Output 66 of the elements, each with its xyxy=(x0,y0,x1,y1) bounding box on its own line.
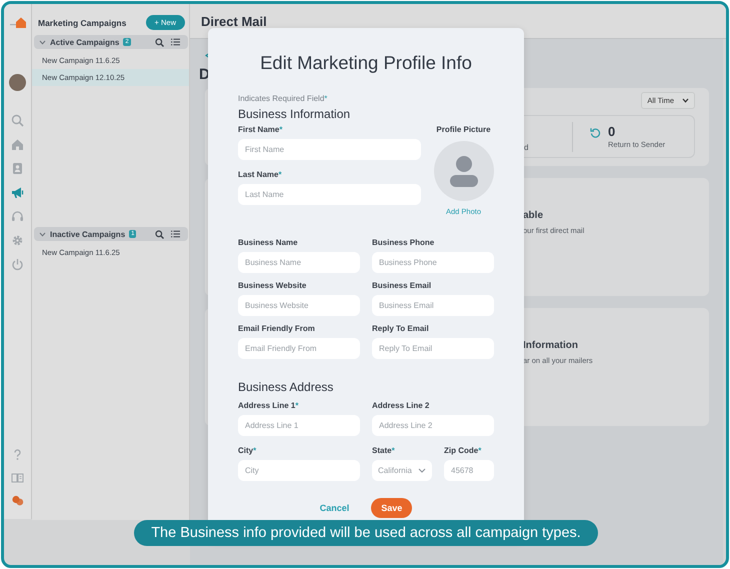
stat-value: 0 xyxy=(608,124,616,139)
field-label: Business Email xyxy=(372,281,432,290)
section-title: Active Campaigns xyxy=(50,38,120,46)
search-icon[interactable] xyxy=(155,230,164,238)
search-icon[interactable] xyxy=(155,38,164,46)
chevron-icon[interactable] xyxy=(39,232,46,236)
input-field[interactable]: First Name xyxy=(238,139,421,160)
field-label: Zip Code xyxy=(444,446,478,455)
chevron-icon[interactable] xyxy=(39,40,46,44)
page-header-title: Direct Mail xyxy=(201,14,267,28)
headset-icon[interactable] xyxy=(11,210,24,223)
field-label: State xyxy=(372,446,392,455)
required-mark: * xyxy=(295,401,298,410)
contact-card-icon[interactable] xyxy=(11,162,24,175)
save-button[interactable]: Save xyxy=(371,498,412,518)
caption-banner: The Business info provided will be used across all campaign types. xyxy=(134,520,598,546)
field-label: Profile Picture xyxy=(436,125,491,136)
chevron-icon xyxy=(418,468,426,473)
input-field[interactable]: Business Phone xyxy=(372,252,494,273)
field-label: Business Name xyxy=(238,238,298,247)
input-field[interactable]: Business Email xyxy=(372,295,494,316)
required-mark: * xyxy=(279,125,282,134)
refresh-icon xyxy=(590,127,601,138)
field-label: Business Website xyxy=(238,281,306,290)
input-field[interactable]: Last Name xyxy=(238,184,421,205)
input-field[interactable]: Address Line 2 xyxy=(372,415,494,436)
card-title: Information xyxy=(523,340,579,351)
section-title: Inactive Campaigns xyxy=(50,230,126,238)
field-label: Last Name xyxy=(238,170,278,179)
input-field[interactable]: Business Website xyxy=(238,295,360,316)
section-heading: Business Address xyxy=(238,380,334,394)
required-note: Indicates Required Field xyxy=(238,94,324,103)
gear-icon[interactable] xyxy=(11,234,24,247)
megaphone-icon[interactable] xyxy=(11,186,24,199)
sidebar-title: Marketing Campaigns xyxy=(38,18,126,28)
field-label: Address Line 1 xyxy=(238,401,296,410)
home-icon[interactable] xyxy=(11,138,24,151)
required-mark: * xyxy=(478,446,482,455)
field-label: First Name xyxy=(238,125,280,134)
list-icon[interactable] xyxy=(171,230,180,238)
field-label: Email Friendly From xyxy=(238,324,315,333)
section-heading: Business Information xyxy=(238,107,352,121)
power-icon[interactable] xyxy=(11,258,24,271)
required-mark: * xyxy=(324,94,328,103)
field-label: City xyxy=(238,446,254,455)
modal-title: Edit Marketing Profile Info xyxy=(259,52,473,74)
chevron-icon xyxy=(682,98,689,103)
list-icon[interactable] xyxy=(171,38,180,46)
house-logo-icon xyxy=(10,16,26,28)
chat-bubbles-icon[interactable] xyxy=(11,494,24,507)
required-mark: * xyxy=(392,446,395,455)
input-field[interactable]: Business Name xyxy=(238,252,360,273)
field-label: Address Line 2 xyxy=(372,401,430,410)
card-title: able xyxy=(523,210,544,221)
input-field[interactable]: Email Friendly From xyxy=(238,338,360,359)
required-mark: * xyxy=(278,170,282,179)
input-field[interactable]: City xyxy=(238,460,360,481)
input-field[interactable]: Address Line 1 xyxy=(238,415,360,436)
required-mark: * xyxy=(253,446,256,455)
avatar[interactable] xyxy=(9,74,26,91)
book-icon[interactable] xyxy=(11,471,24,484)
avatar-placeholder-icon[interactable] xyxy=(434,141,494,201)
input-field[interactable]: Reply To Email xyxy=(372,338,494,359)
field-label: Reply To Email xyxy=(372,324,429,333)
field-label: Business Phone xyxy=(372,238,434,247)
input-field[interactable]: 45678 xyxy=(444,460,494,481)
